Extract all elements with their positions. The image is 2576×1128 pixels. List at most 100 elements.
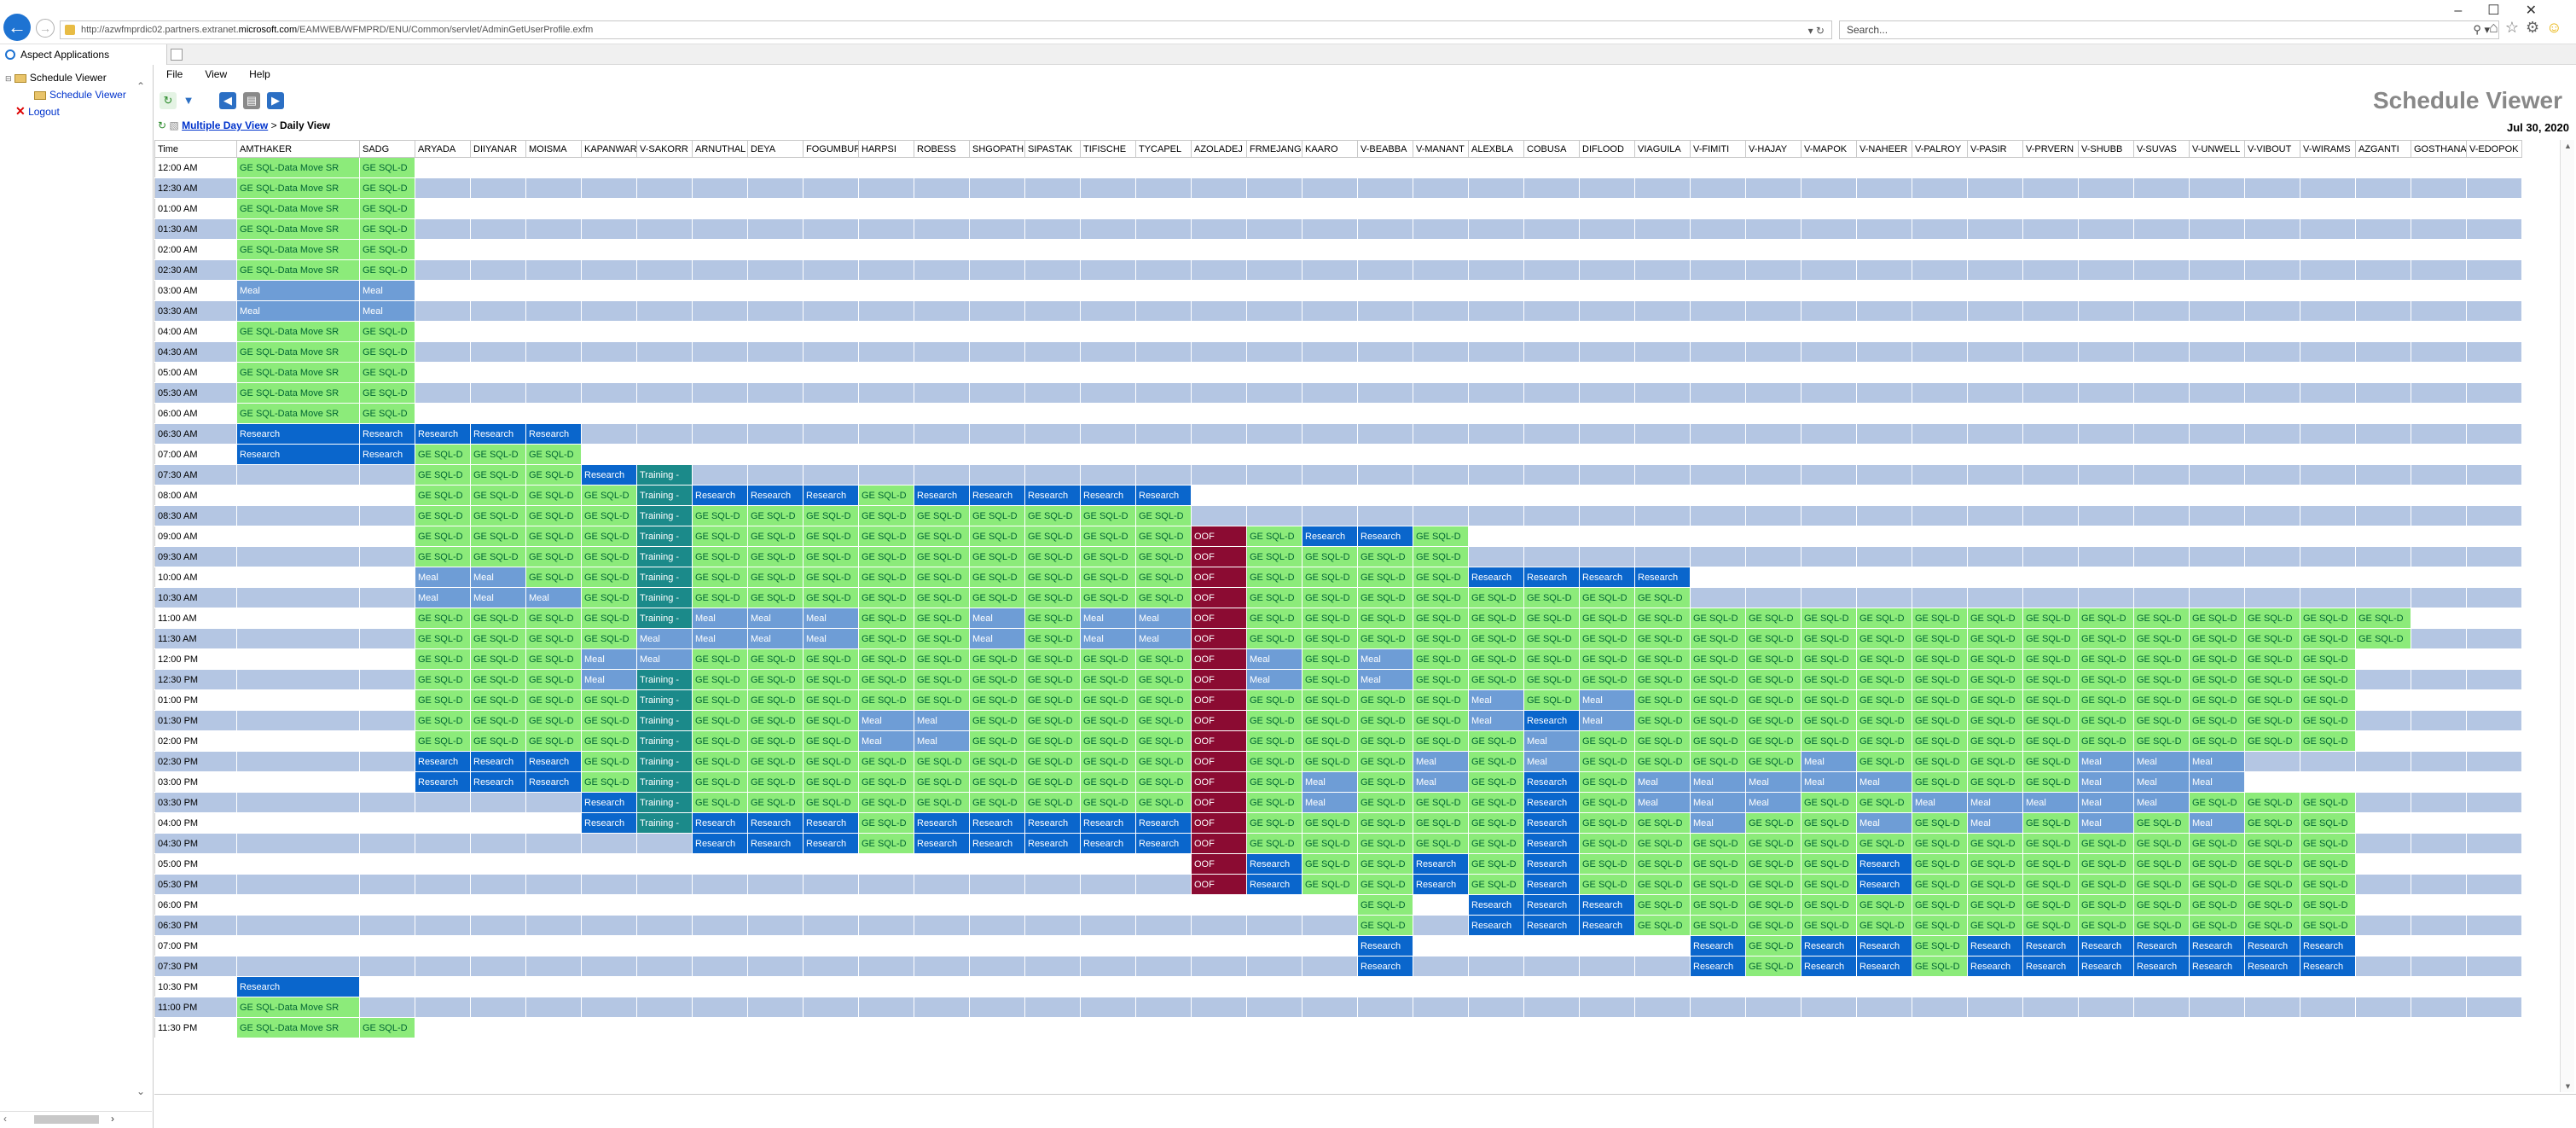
schedule-block-sql[interactable]: GE SQL-D xyxy=(1856,710,1912,731)
scrollbar-thumb[interactable] xyxy=(34,1115,99,1124)
schedule-block-training[interactable]: Training - xyxy=(636,771,693,793)
schedule-block-sql[interactable]: GE SQL-D xyxy=(2300,710,2356,731)
schedule-block-sql[interactable]: GE SQL-D xyxy=(1745,894,1801,916)
schedule-block-sql[interactable]: GE SQL-D xyxy=(1912,915,1968,936)
schedule-block-research[interactable]: Research xyxy=(525,771,582,793)
schedule-block-sql[interactable]: GE SQL-D xyxy=(1967,730,2023,752)
schedule-block-meal[interactable]: Meal xyxy=(236,280,360,301)
schedule-block-sql[interactable]: GE SQL-D xyxy=(2078,730,2134,752)
schedule-block-oof[interactable]: OOF xyxy=(1191,771,1247,793)
schedule-block-sql[interactable]: GE SQL-D xyxy=(1690,915,1746,936)
schedule-block-sql[interactable]: GE SQL-D xyxy=(1024,792,1081,813)
refresh-icon[interactable]: ↻ xyxy=(160,92,177,109)
schedule-block-sql[interactable]: GE SQL-D xyxy=(914,792,970,813)
schedule-block-sql[interactable]: GE SQL-D xyxy=(2300,874,2356,895)
schedule-block-sql[interactable]: GE SQL-D xyxy=(1690,833,1746,854)
column-header-agent[interactable]: COBUSA xyxy=(1523,140,1580,158)
schedule-block-sql[interactable]: GE SQL-D xyxy=(1523,689,1580,711)
schedule-block-sql[interactable]: GE SQL-D xyxy=(1302,874,1358,895)
schedule-block-research[interactable]: Research xyxy=(1468,894,1524,916)
schedule-block-research[interactable]: Research xyxy=(525,423,582,445)
schedule-block-research[interactable]: Research xyxy=(2022,956,2079,977)
schedule-block-sql[interactable]: GE SQL-D xyxy=(1579,792,1635,813)
schedule-block-sql[interactable]: GE SQL-D xyxy=(2133,874,2190,895)
schedule-block-sql[interactable]: GE SQL-D xyxy=(1468,648,1524,670)
schedule-block-sql[interactable]: GE SQL-D xyxy=(1523,608,1580,629)
schedule-block-sql[interactable]: GE SQL-D xyxy=(2022,853,2079,875)
schedule-block-sql[interactable]: GE SQL-D xyxy=(525,689,582,711)
scroll-left-icon[interactable]: ‹ xyxy=(3,1113,7,1125)
schedule-block-research[interactable]: Research xyxy=(1468,915,1524,936)
schedule-block-sql[interactable]: GE SQL-D xyxy=(581,567,637,588)
schedule-block-meal[interactable]: Meal xyxy=(1856,771,1912,793)
schedule-block-sql[interactable]: GE SQL-D xyxy=(969,546,1025,567)
schedule-block-sql[interactable]: GE SQL-D xyxy=(581,710,637,731)
schedule-block-sql[interactable]: GE SQL-D xyxy=(2022,648,2079,670)
schedule-block-sql[interactable]: GE SQL-D xyxy=(1634,608,1691,629)
schedule-block-sql[interactable]: GE SQL-D xyxy=(359,341,415,363)
schedule-block-sql[interactable]: GE SQL-D xyxy=(1856,730,1912,752)
schedule-block-meal[interactable]: Meal xyxy=(1080,628,1136,649)
schedule-block-research[interactable]: Research xyxy=(470,423,526,445)
schedule-block-meal[interactable]: Meal xyxy=(1690,792,1746,813)
schedule-block-sql[interactable]: GE SQL-D xyxy=(692,751,748,772)
schedule-block-sql[interactable]: GE SQL-D xyxy=(1856,669,1912,690)
schedule-block-sql[interactable]: GE SQL-D xyxy=(1912,853,1968,875)
schedule-block-sql[interactable]: GE SQL-D xyxy=(692,771,748,793)
schedule-block-sql[interactable]: GE SQL-D xyxy=(1745,935,1801,956)
schedule-block-sql[interactable]: GE SQL-D xyxy=(803,505,859,526)
schedule-block-sql[interactable]: GE SQL-D xyxy=(2022,771,2079,793)
schedule-block-sql[interactable]: GE SQL-D xyxy=(1912,669,1968,690)
schedule-block-sql[interactable]: GE SQL-D xyxy=(415,689,471,711)
column-header-agent[interactable]: V-BEABBA xyxy=(1357,140,1413,158)
schedule-block-sql[interactable]: GE SQL-D xyxy=(1912,608,1968,629)
schedule-block-sql[interactable]: GE SQL-D xyxy=(1967,710,2023,731)
schedule-block-sql[interactable]: GE SQL-D xyxy=(969,689,1025,711)
schedule-block-training[interactable]: Training - xyxy=(636,505,693,526)
schedule-block-sql[interactable]: GE SQL-D xyxy=(1634,751,1691,772)
schedule-block-sql[interactable]: GE SQL-D xyxy=(1523,648,1580,670)
schedule-block-research[interactable]: Research xyxy=(2189,956,2245,977)
schedule-block-sql[interactable]: GE SQL-D xyxy=(1080,689,1136,711)
schedule-block-training[interactable]: Training - xyxy=(636,751,693,772)
schedule-block-sql[interactable]: GE SQL-D xyxy=(1801,853,1857,875)
schedule-block-sql[interactable]: GE SQL-D xyxy=(1745,751,1801,772)
schedule-block-sql[interactable]: GE SQL-D xyxy=(2355,628,2411,649)
schedule-block-oof[interactable]: OOF xyxy=(1191,812,1247,834)
schedule-block-sql[interactable]: GE SQL-D xyxy=(1801,792,1857,813)
schedule-block-research[interactable]: Research xyxy=(1690,935,1746,956)
schedule-block-meal[interactable]: Meal xyxy=(1745,792,1801,813)
schedule-block-meal[interactable]: Meal xyxy=(858,730,914,752)
schedule-block-sql[interactable]: GE SQL-D xyxy=(1024,771,1081,793)
schedule-block-sql[interactable]: GE SQL-D xyxy=(1690,608,1746,629)
schedule-block-meal[interactable]: Meal xyxy=(1135,608,1192,629)
schedule-block-sql[interactable]: GE SQL-D xyxy=(525,485,582,506)
schedule-block-sql[interactable]: GE SQL-D xyxy=(1302,628,1358,649)
schedule-block-sql[interactable]: GE SQL-D xyxy=(2133,812,2190,834)
schedule-block-sql[interactable]: GE SQL-D xyxy=(1135,730,1192,752)
schedule-block-sql[interactable]: GE SQL-D xyxy=(1634,628,1691,649)
schedule-block-sql[interactable]: GE SQL-D xyxy=(1912,956,1968,977)
schedule-block-sql[interactable]: GE SQL-Data Move SR xyxy=(236,997,360,1018)
tree-item-logout[interactable]: ✕ Logout xyxy=(15,104,60,119)
schedule-block-sql[interactable]: GE SQL-D xyxy=(470,710,526,731)
schedule-block-meal[interactable]: Meal xyxy=(525,587,582,608)
schedule-block-sql[interactable]: GE SQL-D xyxy=(2189,833,2245,854)
schedule-block-sql[interactable]: GE SQL-D xyxy=(1468,792,1524,813)
schedule-block-research[interactable]: Research xyxy=(1357,526,1413,547)
schedule-block-sql[interactable]: GE SQL-D xyxy=(359,198,415,219)
schedule-block-meal[interactable]: Meal xyxy=(1801,751,1857,772)
schedule-block-sql[interactable]: GE SQL-D xyxy=(858,771,914,793)
schedule-block-research[interactable]: Research xyxy=(803,812,859,834)
print-icon[interactable]: ▤ xyxy=(243,92,260,109)
schedule-block-sql[interactable]: GE SQL-D xyxy=(581,505,637,526)
schedule-block-sql[interactable]: GE SQL-D xyxy=(747,526,804,547)
schedule-block-research[interactable]: Research xyxy=(525,751,582,772)
schedule-block-sql[interactable]: GE SQL-D xyxy=(803,669,859,690)
schedule-block-sql[interactable]: GE SQL-D xyxy=(2133,833,2190,854)
schedule-block-sql[interactable]: GE SQL-Data Move SR xyxy=(236,259,360,281)
schedule-block-sql[interactable]: GE SQL-D xyxy=(2133,710,2190,731)
schedule-block-sql[interactable]: GE SQL-D xyxy=(415,669,471,690)
schedule-block-sql[interactable]: GE SQL-D xyxy=(2078,833,2134,854)
schedule-block-sql[interactable]: GE SQL-D xyxy=(359,403,415,424)
